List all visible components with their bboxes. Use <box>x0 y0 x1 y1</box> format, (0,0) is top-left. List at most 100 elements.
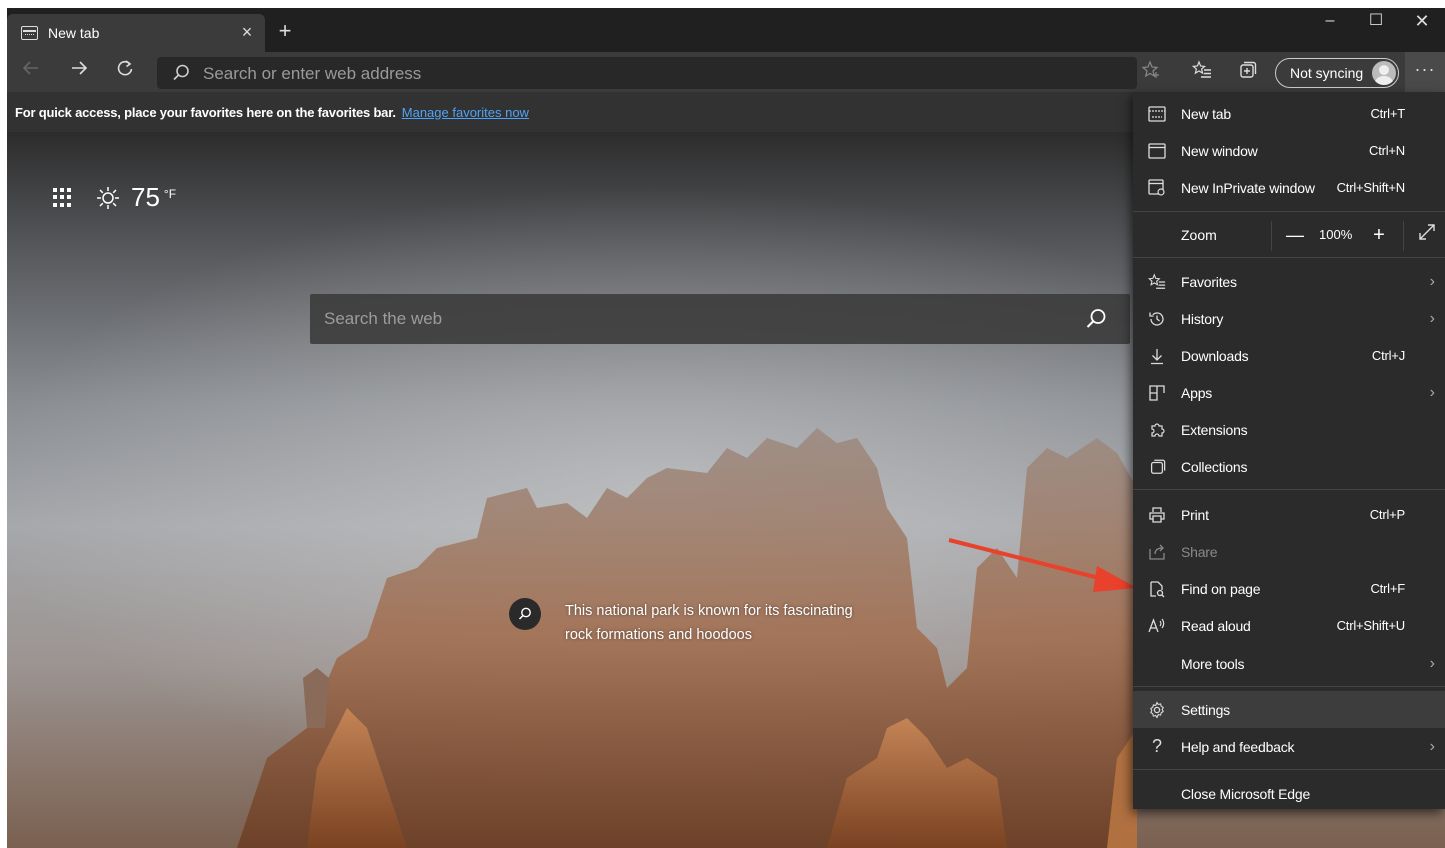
menu-item-collections[interactable]: Collections <box>1133 448 1445 485</box>
menu-item-label: New window <box>1181 142 1258 159</box>
arrow-left-icon <box>22 61 38 75</box>
menu-item-label: Extensions <box>1181 421 1248 438</box>
temperature-unit: °F <box>163 186 177 201</box>
arrow-right-icon <box>72 61 88 75</box>
new-tab-icon <box>21 26 38 40</box>
add-favorite-button[interactable] <box>1139 60 1163 84</box>
minimize-button[interactable]: – <box>1307 8 1353 40</box>
zoom-control: Zoom — 100% + <box>1133 215 1445 255</box>
refresh-icon <box>117 60 133 76</box>
question-icon: ? <box>1151 736 1162 756</box>
zoom-divider <box>1403 221 1404 251</box>
temperature-value: 75 <box>131 182 160 212</box>
sync-status-label: Not syncing <box>1290 65 1364 81</box>
menu-item-label: Apps <box>1181 384 1213 401</box>
profile-sync-button[interactable]: Not syncing <box>1275 58 1399 88</box>
favorites-list-icon <box>1146 271 1168 293</box>
tab-close-button[interactable]: × <box>237 22 257 42</box>
share-icon <box>1146 541 1168 563</box>
tab-new-tab[interactable]: New tab × <box>7 14 265 52</box>
toolbar: Search or enter web address Not syncing … <box>7 52 1445 92</box>
zoom-in-button[interactable]: + <box>1365 221 1393 249</box>
menu-item-label: New InPrivate window <box>1181 179 1315 196</box>
browser-window: New tab × + – ☐ ✕ Search or enter web ad… <box>7 8 1445 848</box>
settings-and-more-menu: New tab Ctrl+T New window Ctrl+N New InP… <box>1133 92 1445 809</box>
menu-item-label: Help and feedback <box>1181 738 1295 755</box>
image-info[interactable]: This national park is known for its fasc… <box>509 598 855 647</box>
menu-item-help-and-feedback[interactable]: ? Help and feedback › <box>1133 728 1445 765</box>
favorites-bar-message: For quick access, place your favorites h… <box>15 104 396 120</box>
menu-item-settings[interactable]: Settings <box>1133 691 1445 728</box>
expand-icon <box>1419 224 1435 240</box>
menu-item-share[interactable]: Share <box>1133 533 1445 570</box>
search-icon <box>173 64 189 81</box>
forward-button[interactable] <box>65 58 93 86</box>
search-icon[interactable] <box>1084 307 1108 331</box>
window-icon <box>1146 140 1168 162</box>
menu-item-extensions[interactable]: Extensions <box>1133 411 1445 448</box>
menu-item-label: Find on page <box>1181 580 1261 597</box>
download-icon <box>1146 345 1168 367</box>
back-button[interactable] <box>17 58 45 86</box>
favorites-list-icon <box>1191 60 1211 78</box>
tab-title: New tab <box>48 25 100 41</box>
menu-item-shortcut: Ctrl+Shift+U <box>1336 618 1406 633</box>
avatar <box>1372 61 1396 85</box>
menu-item-label: Print <box>1181 506 1209 523</box>
sun-icon <box>97 186 119 209</box>
menu-item-shortcut: Ctrl+F <box>1370 581 1405 596</box>
menu-item-label: More tools <box>1181 655 1245 672</box>
gear-icon <box>1146 699 1168 721</box>
menu-item-new-inprivate-window[interactable]: New InPrivate window Ctrl+Shift+N <box>1133 169 1445 206</box>
menu-item-find-on-page[interactable]: Find on page Ctrl+F <box>1133 570 1445 607</box>
settings-and-more-button[interactable]: ··· <box>1405 52 1445 92</box>
chevron-right-icon: › <box>1429 654 1435 672</box>
menu-item-shortcut: Ctrl+P <box>1369 507 1405 522</box>
menu-divider <box>1133 769 1445 770</box>
new-tab-button[interactable]: + <box>273 20 297 44</box>
star-plus-icon <box>1141 60 1159 78</box>
menu-item-shortcut: Ctrl+Shift+N <box>1336 180 1406 195</box>
favorites-button[interactable] <box>1190 60 1214 84</box>
menu-item-print[interactable]: Print Ctrl+P <box>1133 496 1445 533</box>
maximize-button[interactable]: ☐ <box>1353 8 1399 40</box>
web-search-box[interactable]: Search the web <box>310 294 1130 344</box>
menu-item-label: Read aloud <box>1181 617 1251 634</box>
menu-item-shortcut: Ctrl+J <box>1371 348 1405 363</box>
menu-item-favorites[interactable]: Favorites › <box>1133 263 1445 300</box>
manage-favorites-link[interactable]: Manage favorites now <box>402 105 529 120</box>
refresh-button[interactable] <box>111 58 139 86</box>
menu-item-history[interactable]: History › <box>1133 300 1445 337</box>
menu-item-read-aloud[interactable]: Read aloud Ctrl+Shift+U <box>1133 607 1445 644</box>
menu-divider <box>1133 257 1445 258</box>
read-aloud-icon <box>1146 615 1168 637</box>
new-tab-icon <box>1146 103 1168 125</box>
menu-item-new-tab[interactable]: New tab Ctrl+T <box>1133 95 1445 132</box>
menu-item-new-window[interactable]: New window Ctrl+N <box>1133 132 1445 169</box>
address-bar[interactable]: Search or enter web address <box>157 57 1137 89</box>
menu-item-shortcut: Ctrl+N <box>1369 143 1405 158</box>
inprivate-window-icon <box>1146 177 1168 199</box>
chevron-right-icon: › <box>1429 737 1435 755</box>
collections-button[interactable] <box>1235 60 1259 84</box>
menu-item-label: Share <box>1181 543 1218 560</box>
window-close-button[interactable]: ✕ <box>1399 8 1445 40</box>
image-search-button[interactable] <box>509 598 541 630</box>
zoom-out-button[interactable]: — <box>1281 221 1309 249</box>
app-launcher-icon[interactable] <box>53 187 73 208</box>
apps-icon <box>1146 382 1168 404</box>
fullscreen-button[interactable] <box>1413 221 1441 249</box>
menu-item-downloads[interactable]: Downloads Ctrl+J <box>1133 337 1445 374</box>
menu-item-close-microsoft-edge[interactable]: Close Microsoft Edge <box>1133 775 1445 812</box>
printer-icon <box>1146 504 1168 526</box>
zoom-label: Zoom <box>1181 227 1217 243</box>
menu-item-more-tools[interactable]: More tools › <box>1133 645 1445 682</box>
chevron-right-icon: › <box>1429 272 1435 290</box>
menu-item-label: Favorites <box>1181 273 1237 290</box>
zoom-divider <box>1271 221 1272 251</box>
web-search-placeholder: Search the web <box>324 309 443 328</box>
address-placeholder: Search or enter web address <box>203 64 422 83</box>
menu-divider <box>1133 211 1445 212</box>
history-icon <box>1146 308 1168 330</box>
menu-item-apps[interactable]: Apps › <box>1133 374 1445 411</box>
